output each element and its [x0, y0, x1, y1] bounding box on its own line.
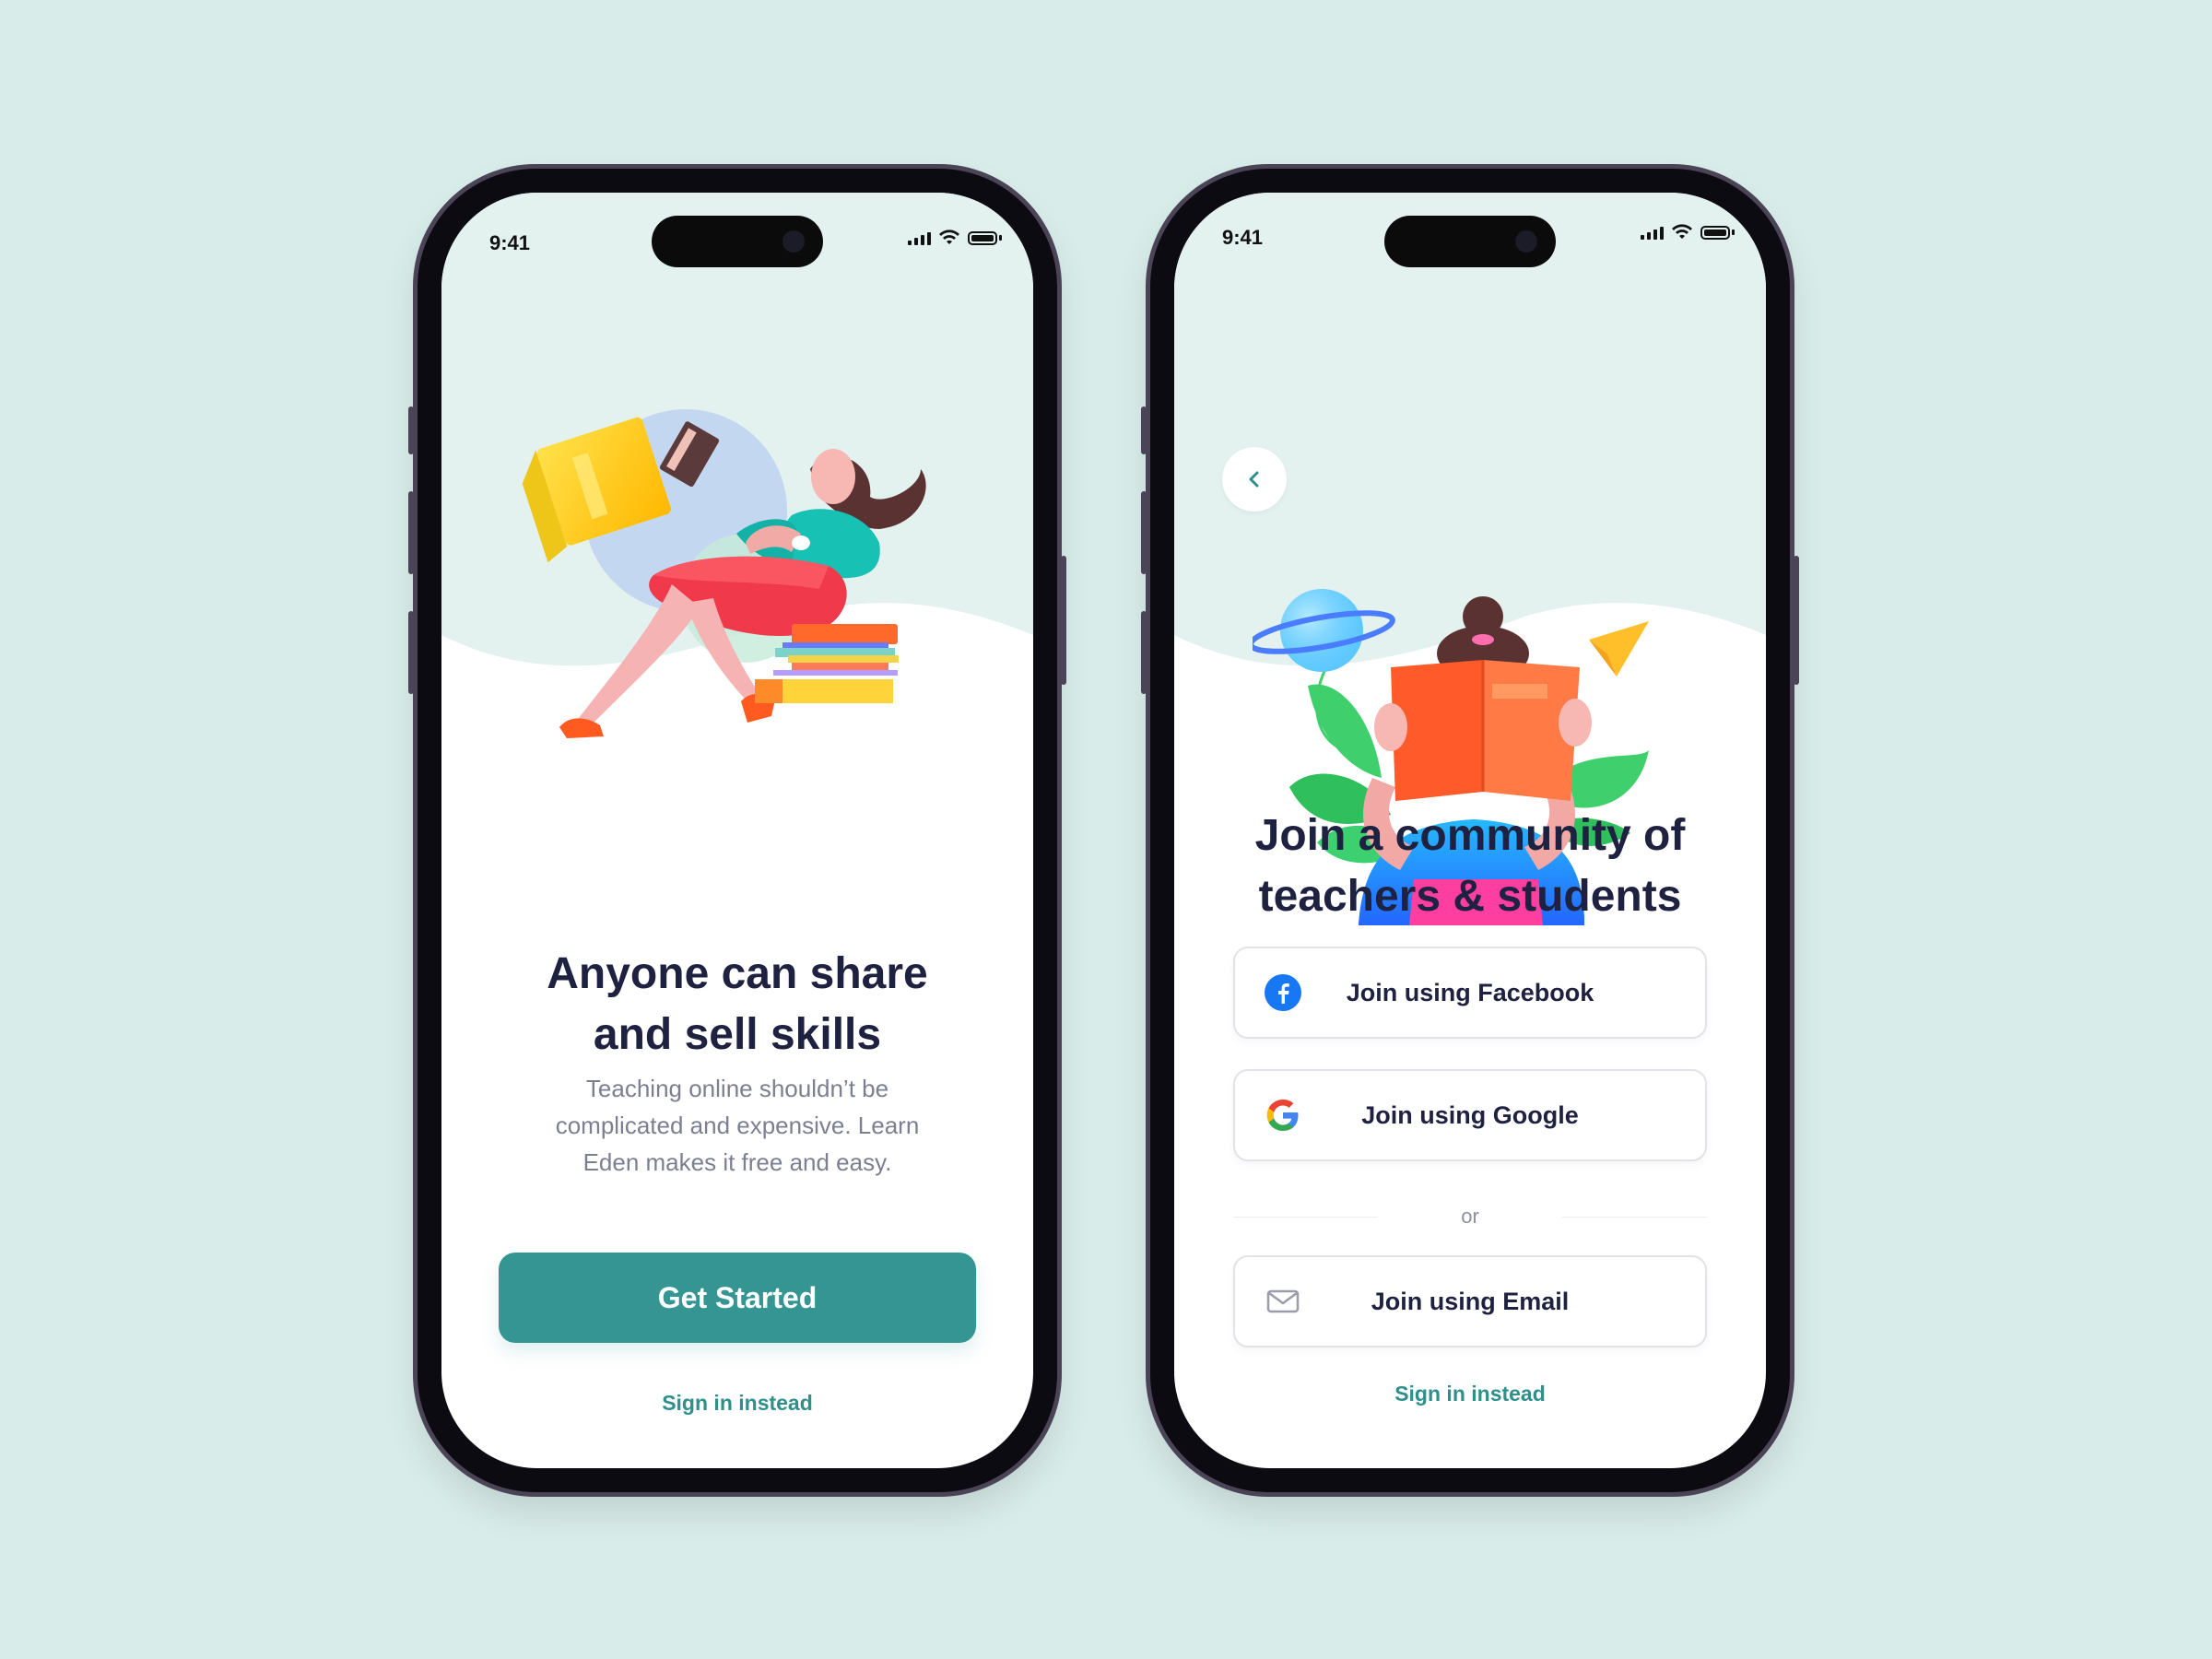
- signal-icon: [1641, 225, 1664, 240]
- join-google-label: Join using Google: [1361, 1100, 1579, 1129]
- onboarding-title-line1: Anyone can share: [547, 949, 928, 998]
- dynamic-island: [1384, 216, 1556, 267]
- side-button: [1141, 406, 1147, 454]
- woman-reading-illustration: [522, 409, 926, 738]
- divider-line: [1233, 1216, 1379, 1218]
- side-button: [1061, 556, 1066, 685]
- onboarding-subtitle-line3: Eden makes it free and easy.: [582, 1148, 892, 1176]
- divider-text: or: [1461, 1205, 1479, 1228]
- sign-in-link[interactable]: Sign in instead: [441, 1391, 1033, 1416]
- mail-icon: [1266, 1289, 1300, 1313]
- phone-join: 9:41 Join a community of teachers & stud…: [1141, 169, 1799, 1492]
- join-facebook-button[interactable]: Join using Facebook: [1233, 947, 1707, 1039]
- google-icon: [1266, 1100, 1299, 1131]
- join-title-line2: teachers & students: [1258, 872, 1682, 921]
- wifi-icon: [1672, 224, 1692, 239]
- or-divider: or: [1233, 1203, 1707, 1230]
- onboarding-subtitle-line1: Teaching online shouldn’t be: [585, 1075, 889, 1102]
- facebook-icon: [1265, 974, 1301, 1011]
- signal-icon: [908, 230, 931, 245]
- battery-icon: [1700, 225, 1730, 240]
- chevron-left-icon: [1249, 471, 1259, 488]
- onboarding-title-line2: and sell skills: [593, 1010, 882, 1059]
- battery-icon: [968, 230, 997, 245]
- back-button[interactable]: [1222, 447, 1287, 512]
- side-button: [1794, 556, 1799, 685]
- side-button: [408, 406, 414, 454]
- side-button: [408, 611, 414, 694]
- onboarding-subtitle-line2: complicated and expensive. Learn: [555, 1112, 920, 1139]
- status-time: 9:41: [489, 231, 531, 254]
- divider-line: [1561, 1216, 1707, 1218]
- join-email-label: Join using Email: [1371, 1287, 1570, 1315]
- status-icons: [908, 229, 1002, 246]
- screen: 9:41: [1174, 193, 1766, 1468]
- sign-in-link[interactable]: Sign in instead: [1174, 1382, 1766, 1406]
- join-google-button[interactable]: Join using Google: [1233, 1069, 1707, 1161]
- side-button: [1141, 611, 1147, 694]
- status-time: 9:41: [1222, 226, 1264, 249]
- dynamic-island: [652, 216, 823, 267]
- battery-nub: [999, 235, 1002, 241]
- get-started-button[interactable]: Get Started: [499, 1253, 976, 1343]
- join-title-line1: Join a community of: [1254, 811, 1686, 860]
- side-button: [408, 491, 414, 574]
- battery-nub: [1732, 229, 1735, 235]
- phone-onboarding: 9:41 Anyone can share and sell skills Te…: [408, 169, 1066, 1492]
- status-bar: 9:41: [1174, 193, 1766, 276]
- join-email-button[interactable]: Join using Email: [1233, 1255, 1707, 1347]
- join-facebook-label: Join using Facebook: [1346, 978, 1594, 1006]
- wifi-icon: [939, 229, 959, 244]
- side-button: [1141, 491, 1147, 574]
- status-icons: [1641, 224, 1735, 241]
- screen: 9:41: [441, 193, 1033, 1468]
- status-bar: 9:41: [441, 193, 1033, 276]
